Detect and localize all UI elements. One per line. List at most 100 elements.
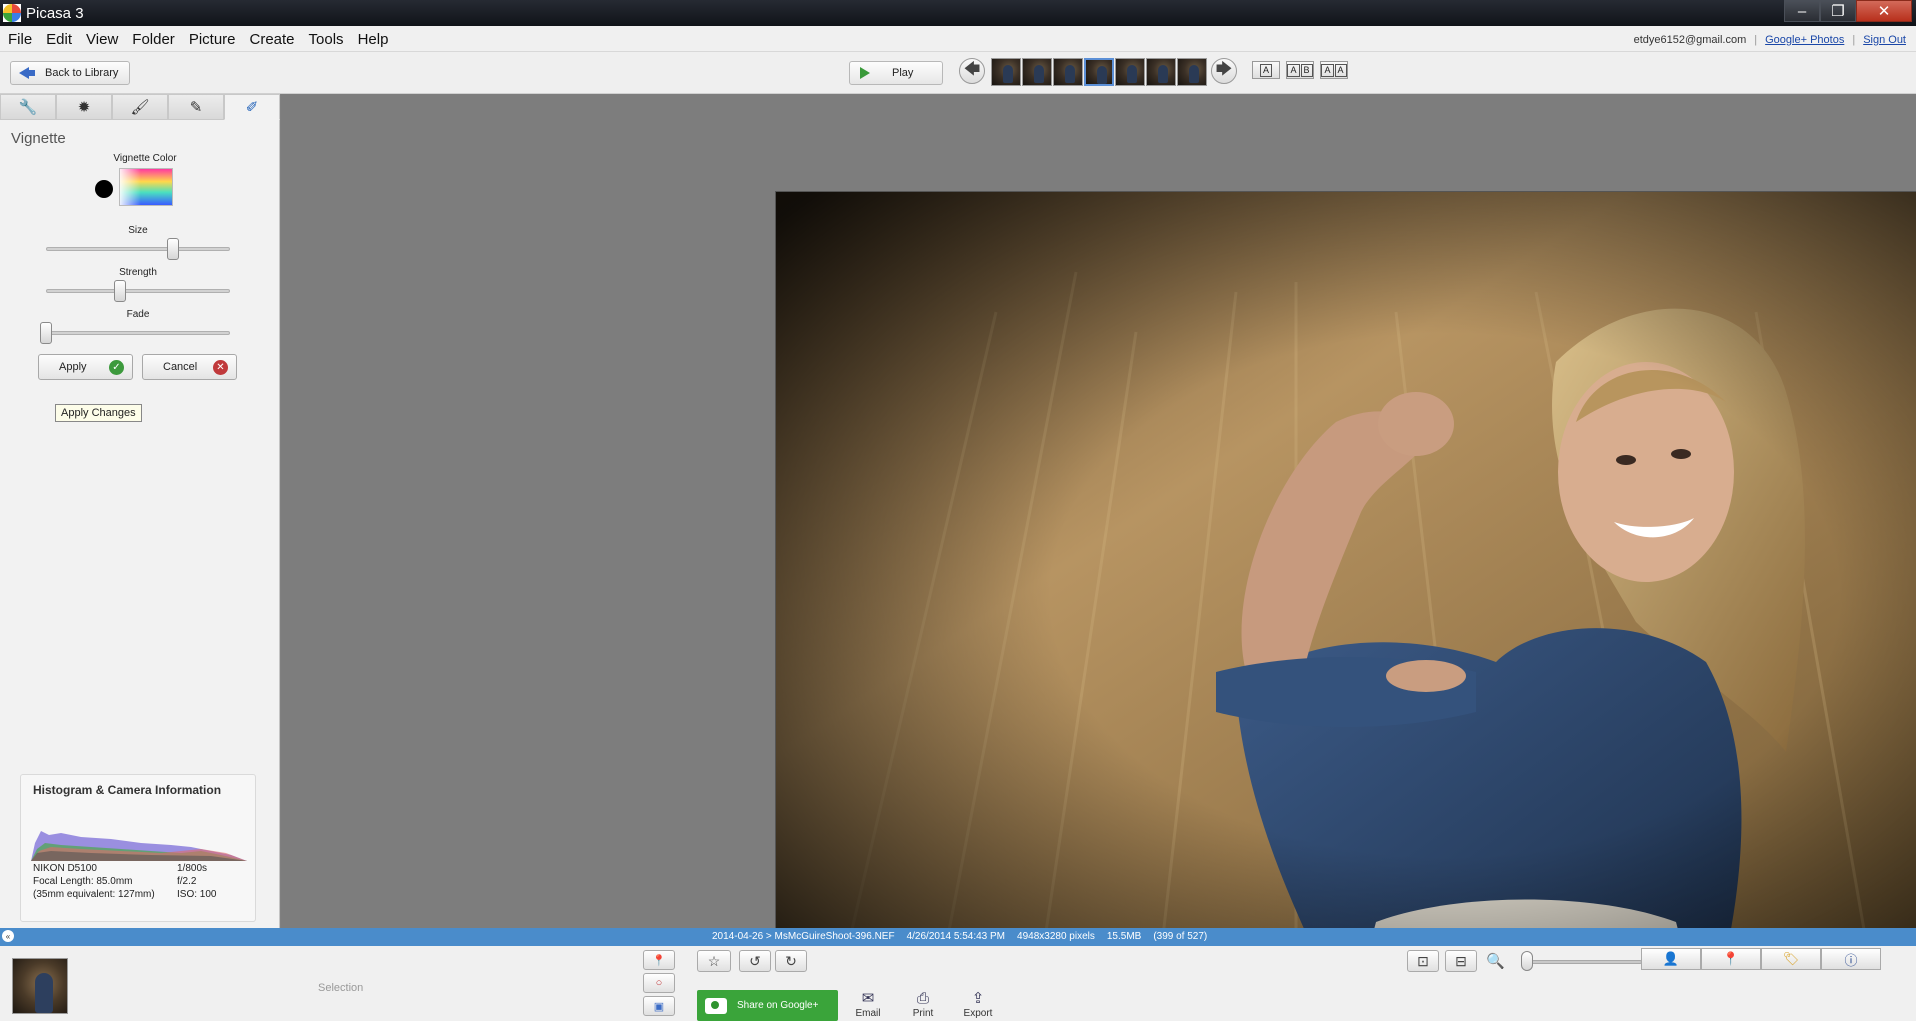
menu-folder[interactable]: Folder — [132, 31, 175, 48]
edit-tabs: 🔧 ✹ 🖌 ✎ ✐ — [0, 94, 280, 120]
print-label: Print — [912, 1008, 934, 1019]
slider-knob[interactable] — [166, 238, 179, 260]
vignette-color-label: Vignette Color — [113, 153, 177, 164]
tray-thumbnail[interactable] — [12, 958, 68, 1014]
menu-create[interactable]: Create — [250, 31, 295, 48]
histogram-graph — [31, 831, 247, 861]
zoom-slider[interactable] — [1522, 960, 1642, 964]
hold-pin-button[interactable]: 📍 — [643, 950, 675, 970]
tab-more-effects[interactable]: ✎ — [168, 94, 224, 120]
apply-button[interactable]: Apply ✓ — [38, 354, 133, 380]
panel-title: Vignette — [11, 130, 66, 147]
tab-vignette[interactable]: ✐ — [224, 94, 280, 120]
brush-icon: 🖌 — [130, 99, 150, 116]
tooltip: Apply Changes — [55, 404, 142, 422]
slider-track — [46, 247, 230, 251]
brush-frame-icon: ✐ — [245, 99, 259, 116]
slider-label-fade: Fade — [126, 309, 150, 320]
filmstrip-thumb-selected[interactable] — [1084, 58, 1114, 86]
clear-tray-button[interactable]: ○ — [643, 973, 675, 993]
menu-help[interactable]: Help — [358, 31, 389, 48]
filmstrip-thumb[interactable] — [1177, 58, 1207, 86]
add-to-album-button[interactable]: ▣ — [643, 996, 675, 1016]
vignette-color-dot[interactable] — [95, 180, 113, 198]
rotate-right-button[interactable]: ↻ — [775, 950, 807, 972]
people-button[interactable]: 👤 — [1641, 948, 1701, 970]
actual-size-icon: ⊟ — [1455, 952, 1467, 969]
view-compare-button[interactable]: AA — [1320, 61, 1348, 79]
view-side-by-side-button[interactable]: AB — [1286, 61, 1314, 79]
arrow-left-icon: 🡄 — [963, 60, 981, 78]
zoom-icon: 🔍 — [1486, 953, 1505, 970]
google-photos-link[interactable]: Google+ Photos — [1765, 34, 1844, 46]
main-photo[interactable] — [775, 191, 1916, 997]
back-to-library-button[interactable]: Back to Library — [10, 61, 130, 85]
filmstrip-thumb[interactable] — [1053, 58, 1083, 86]
color-picker-swatch[interactable] — [119, 168, 173, 206]
previous-photo-button[interactable]: 🡄 — [959, 58, 985, 84]
play-label: Play — [892, 67, 914, 79]
window-title: Picasa 3 — [26, 5, 84, 22]
menu-file[interactable]: File — [8, 31, 32, 48]
fade-slider[interactable] — [40, 322, 230, 344]
tab-effects[interactable]: 🖌 — [112, 94, 168, 120]
print-button[interactable]: ⎙ Print — [903, 990, 943, 1019]
export-folder-icon: ⇪ — [971, 990, 985, 1007]
slider-knob[interactable] — [113, 280, 126, 302]
rotate-left-icon: ↺ — [749, 952, 761, 969]
restore-button[interactable]: ❐ — [1820, 0, 1856, 22]
album-icon: ▣ — [653, 1000, 665, 1013]
histogram-title: Histogram & Camera Information — [33, 783, 222, 797]
tray-side-buttons: 📍 ○ ▣ — [643, 950, 675, 1016]
filmstrip-thumb[interactable] — [1146, 58, 1176, 86]
play-icon — [860, 67, 870, 79]
slider-track — [46, 289, 230, 293]
share-google-plus-button[interactable]: Share on Google+ — [697, 990, 838, 1021]
filmstrip-thumb[interactable] — [1022, 58, 1052, 86]
focal-equivalent: (35mm equivalent: 127mm) — [33, 889, 155, 900]
minimize-button[interactable]: – — [1784, 0, 1820, 22]
status-bar: « 2014-04-26 > MsMcGuireShoot-396.NEF 4/… — [0, 928, 1916, 946]
email-label: Email — [855, 1008, 881, 1019]
export-button[interactable]: ⇪ Export — [958, 990, 998, 1019]
filmstrip-thumb[interactable] — [1115, 58, 1145, 86]
menu-view[interactable]: View — [86, 31, 118, 48]
photo-tray: Selection 📍 ○ ▣ ☆ ↺ ↻ Share on Google+ ✉… — [0, 946, 1916, 1021]
menu-picture[interactable]: Picture — [189, 31, 236, 48]
filmstrip-thumb[interactable] — [991, 58, 1021, 86]
info-button[interactable]: ⓘ — [1821, 948, 1881, 970]
size-slider[interactable] — [46, 238, 230, 260]
next-photo-button[interactable]: 🡆 — [1211, 58, 1237, 84]
strength-slider[interactable] — [46, 280, 230, 302]
fit-screen-icon: ⊡ — [1417, 952, 1429, 969]
slider-track — [46, 331, 230, 335]
email-button[interactable]: ✉ Email — [848, 990, 888, 1019]
close-button[interactable]: ✕ — [1856, 0, 1912, 22]
star-button[interactable]: ☆ — [697, 950, 731, 972]
sign-out-link[interactable]: Sign Out — [1863, 34, 1906, 46]
view-single-button[interactable]: A — [1252, 61, 1280, 79]
wrench-icon: 🔧 — [18, 99, 38, 116]
collapse-tray-button[interactable]: « — [2, 930, 14, 942]
slider-label-size: Size — [128, 225, 148, 236]
menu-tools[interactable]: Tools — [309, 31, 344, 48]
tab-basic-fixes[interactable]: 🔧 — [0, 94, 56, 120]
play-button[interactable]: Play — [849, 61, 943, 85]
slider-knob[interactable] — [40, 322, 52, 344]
tags-button[interactable]: 🏷 — [1761, 948, 1821, 970]
iso: ISO: 100 — [177, 889, 217, 900]
status-date: 4/26/2014 5:54:43 PM — [906, 931, 1006, 942]
menu-edit[interactable]: Edit — [46, 31, 72, 48]
places-button[interactable]: 📍 — [1701, 948, 1761, 970]
camera-icon — [705, 997, 727, 1014]
sun-icon: ✹ — [77, 99, 91, 116]
zoom-slider-knob[interactable] — [1521, 951, 1533, 971]
tray-right-buttons: 👤 📍 🏷 ⓘ — [1641, 948, 1881, 970]
fit-view-button[interactable]: ⊡ — [1407, 950, 1439, 972]
actual-size-button[interactable]: ⊟ — [1445, 950, 1477, 972]
rotate-left-button[interactable]: ↺ — [739, 950, 771, 972]
focal-length: Focal Length: 85.0mm — [33, 876, 133, 887]
tab-tuning[interactable]: ✹ — [56, 94, 112, 120]
status-path: 2014-04-26 > MsMcGuireShoot-396.NEF — [712, 931, 895, 942]
cancel-button[interactable]: Cancel ✕ — [142, 354, 237, 380]
